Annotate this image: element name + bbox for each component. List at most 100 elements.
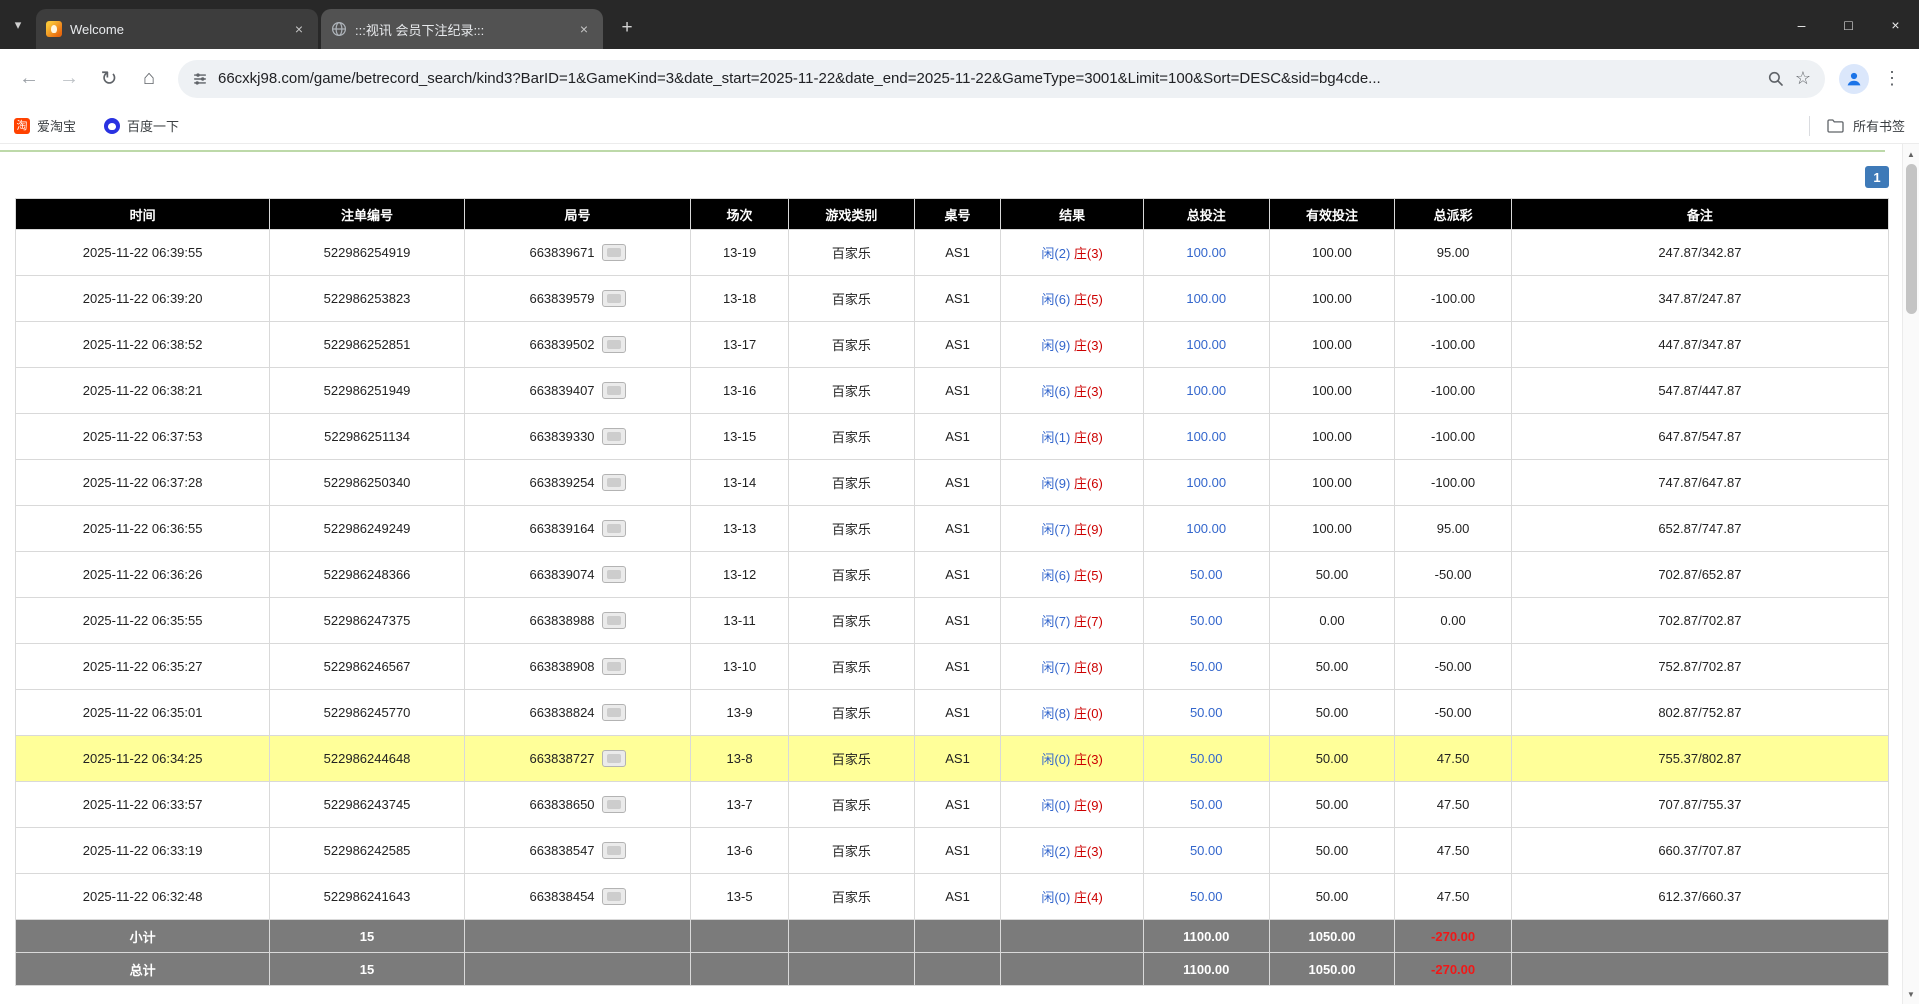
scroll-up-arrow-icon[interactable]: ▲ xyxy=(1903,146,1919,162)
browser-menu-button[interactable]: ⋮ xyxy=(1875,62,1909,96)
cell-round: 663839074 xyxy=(465,552,690,597)
url-text[interactable]: 66cxkj98.com/game/betrecord_search/kind3… xyxy=(218,70,1757,87)
cell-bet-id: 522986249249 xyxy=(270,506,464,551)
total-bet-link[interactable]: 50.00 xyxy=(1190,705,1223,720)
total-bet-link[interactable]: 50.00 xyxy=(1190,843,1223,858)
result-banker: 庄(3) xyxy=(1074,752,1103,767)
cell-payout: -50.00 xyxy=(1395,644,1510,689)
table-row[interactable]: 2025-11-22 06:37:28 522986250340 6638392… xyxy=(16,460,1888,505)
maximize-button[interactable]: □ xyxy=(1825,0,1872,49)
vertical-scrollbar[interactable]: ▲ ▼ xyxy=(1902,144,1919,1004)
tab-bet-record[interactable]: :::视讯 会员下注纪录::: × xyxy=(321,9,603,49)
cell-table-no: AS1 xyxy=(915,874,1001,919)
table-row[interactable]: 2025-11-22 06:33:57 522986243745 6638386… xyxy=(16,782,1888,827)
address-bar[interactable]: 66cxkj98.com/game/betrecord_search/kind3… xyxy=(178,60,1825,98)
total-bet-link[interactable]: 100.00 xyxy=(1186,291,1226,306)
tab-close-icon[interactable]: × xyxy=(575,20,593,38)
table-row[interactable]: 2025-11-22 06:39:55 522986254919 6638396… xyxy=(16,230,1888,275)
replay-video-icon[interactable] xyxy=(602,888,626,905)
cell-valid-bet: 100.00 xyxy=(1270,230,1395,275)
cell-result: 闲(9) 庄(6) xyxy=(1001,460,1143,505)
replay-video-icon[interactable] xyxy=(602,382,626,399)
table-row[interactable]: 2025-11-22 06:36:26 522986248366 6638390… xyxy=(16,552,1888,597)
total-bet-link[interactable]: 100.00 xyxy=(1186,521,1226,536)
back-icon: ← xyxy=(19,67,39,90)
total-bet-link[interactable]: 100.00 xyxy=(1186,383,1226,398)
replay-video-icon[interactable] xyxy=(602,750,626,767)
replay-video-icon[interactable] xyxy=(602,566,626,583)
forward-button[interactable]: → xyxy=(50,60,88,98)
cell-table-no: AS1 xyxy=(915,828,1001,873)
cell-session: 13-9 xyxy=(691,690,788,735)
col-header-remark: 备注 xyxy=(1512,199,1888,229)
total-bet-link[interactable]: 50.00 xyxy=(1190,751,1223,766)
total-bet-link[interactable]: 100.00 xyxy=(1186,337,1226,352)
replay-video-icon[interactable] xyxy=(602,658,626,675)
total-bet-link[interactable]: 50.00 xyxy=(1190,567,1223,582)
minimize-button[interactable]: – xyxy=(1778,0,1825,49)
cell-round: 663838727 xyxy=(465,736,690,781)
replay-video-icon[interactable] xyxy=(602,290,626,307)
person-icon xyxy=(1845,70,1863,88)
result-player: 闲(2) xyxy=(1041,246,1070,261)
folder-icon xyxy=(1827,119,1844,133)
cell-valid-bet: 100.00 xyxy=(1270,414,1395,459)
table-row[interactable]: 2025-11-22 06:38:21 522986251949 6638394… xyxy=(16,368,1888,413)
total-bet-link[interactable]: 50.00 xyxy=(1190,659,1223,674)
replay-video-icon[interactable] xyxy=(602,336,626,353)
table-row[interactable]: 2025-11-22 06:37:53 522986251134 6638393… xyxy=(16,414,1888,459)
total-bet-link[interactable]: 100.00 xyxy=(1186,475,1226,490)
tab-close-icon[interactable]: × xyxy=(290,20,308,38)
total-valid-bet: 1050.00 xyxy=(1270,953,1395,985)
table-row[interactable]: 2025-11-22 06:36:55 522986249249 6638391… xyxy=(16,506,1888,551)
profile-avatar[interactable] xyxy=(1839,64,1869,94)
table-row[interactable]: 2025-11-22 06:33:19 522986242585 6638385… xyxy=(16,828,1888,873)
kebab-menu-icon: ⋮ xyxy=(1883,68,1901,89)
all-bookmarks[interactable]: 所有书签 xyxy=(1809,116,1905,136)
replay-video-icon[interactable] xyxy=(602,704,626,721)
cell-table-no: AS1 xyxy=(915,276,1001,321)
refresh-button[interactable]: ↻ xyxy=(90,60,128,98)
table-row[interactable]: 2025-11-22 06:39:20 522986253823 6638395… xyxy=(16,276,1888,321)
cell-remark: 755.37/802.87 xyxy=(1512,736,1888,781)
tab-search-button[interactable]: ▾ xyxy=(0,0,36,49)
total-bet-link[interactable]: 100.00 xyxy=(1186,245,1226,260)
replay-video-icon[interactable] xyxy=(602,428,626,445)
total-bet-link[interactable]: 100.00 xyxy=(1186,429,1226,444)
round-number: 663838824 xyxy=(529,705,594,720)
table-row[interactable]: 2025-11-22 06:32:48 522986241643 6638384… xyxy=(16,874,1888,919)
total-label: 总计 xyxy=(16,953,269,985)
cell-total-bet: 50.00 xyxy=(1144,782,1269,827)
close-button[interactable]: × xyxy=(1872,0,1919,49)
new-tab-button[interactable]: + xyxy=(612,13,642,43)
site-info-icon[interactable] xyxy=(192,71,208,87)
total-bet-link[interactable]: 50.00 xyxy=(1190,613,1223,628)
cell-bet-id: 522986248366 xyxy=(270,552,464,597)
bookmark-star-icon[interactable]: ☆ xyxy=(1795,68,1811,89)
total-bet-link[interactable]: 50.00 xyxy=(1190,889,1223,904)
bookmark-baidu[interactable]: 百度一下 xyxy=(104,116,179,135)
table-row[interactable]: 2025-11-22 06:34:25 522986244648 6638387… xyxy=(16,736,1888,781)
replay-video-icon[interactable] xyxy=(602,796,626,813)
replay-video-icon[interactable] xyxy=(602,520,626,537)
bookmark-taobao[interactable]: 爱淘宝 xyxy=(14,116,76,135)
table-row[interactable]: 2025-11-22 06:35:27 522986246567 6638389… xyxy=(16,644,1888,689)
zoom-icon[interactable] xyxy=(1767,70,1785,88)
tab-welcome[interactable]: Welcome × xyxy=(36,9,318,49)
table-row[interactable]: 2025-11-22 06:38:52 522986252851 6638395… xyxy=(16,322,1888,367)
table-row[interactable]: 2025-11-22 06:35:01 522986245770 6638388… xyxy=(16,690,1888,735)
home-button[interactable]: ⌂ xyxy=(130,60,168,98)
replay-video-icon[interactable] xyxy=(602,474,626,491)
all-bookmarks-label: 所有书签 xyxy=(1853,116,1905,135)
replay-video-icon[interactable] xyxy=(602,842,626,859)
table-row[interactable]: 2025-11-22 06:35:55 522986247375 6638389… xyxy=(16,598,1888,643)
total-bet-link[interactable]: 50.00 xyxy=(1190,797,1223,812)
replay-video-icon[interactable] xyxy=(602,612,626,629)
scrollbar-thumb[interactable] xyxy=(1906,164,1917,314)
tab-title: :::视讯 会员下注纪录::: xyxy=(355,20,567,39)
scroll-down-arrow-icon[interactable]: ▼ xyxy=(1903,986,1919,1002)
page-number-badge[interactable]: 1 xyxy=(1865,166,1889,188)
back-button[interactable]: ← xyxy=(10,60,48,98)
replay-video-icon[interactable] xyxy=(602,244,626,261)
minimize-icon: – xyxy=(1798,17,1806,33)
